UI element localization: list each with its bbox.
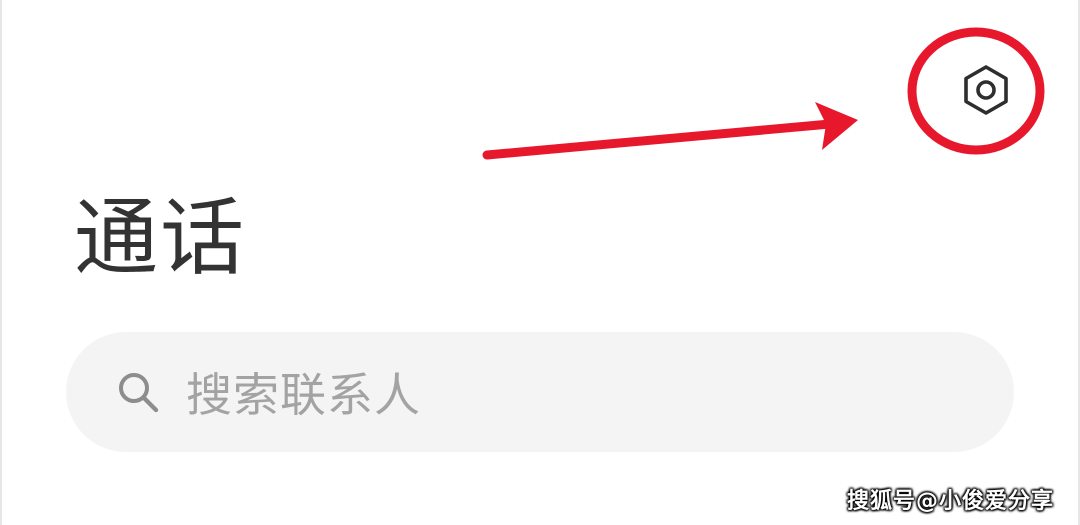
- search-icon: [114, 368, 162, 416]
- hexagon-settings-icon: [964, 65, 1008, 115]
- red-arrow-head: [815, 102, 858, 150]
- watermark: 搜狐号@小俊爱分享: [846, 489, 1054, 514]
- red-arrow-shaft: [482, 119, 835, 160]
- page-title: 通话: [74, 189, 247, 287]
- search-contacts-input[interactable]: 搜索联系人: [66, 332, 1014, 452]
- search-placeholder: 搜索联系人: [186, 368, 421, 422]
- left-frame-edge: [0, 0, 2, 525]
- settings-button[interactable]: [951, 55, 1021, 125]
